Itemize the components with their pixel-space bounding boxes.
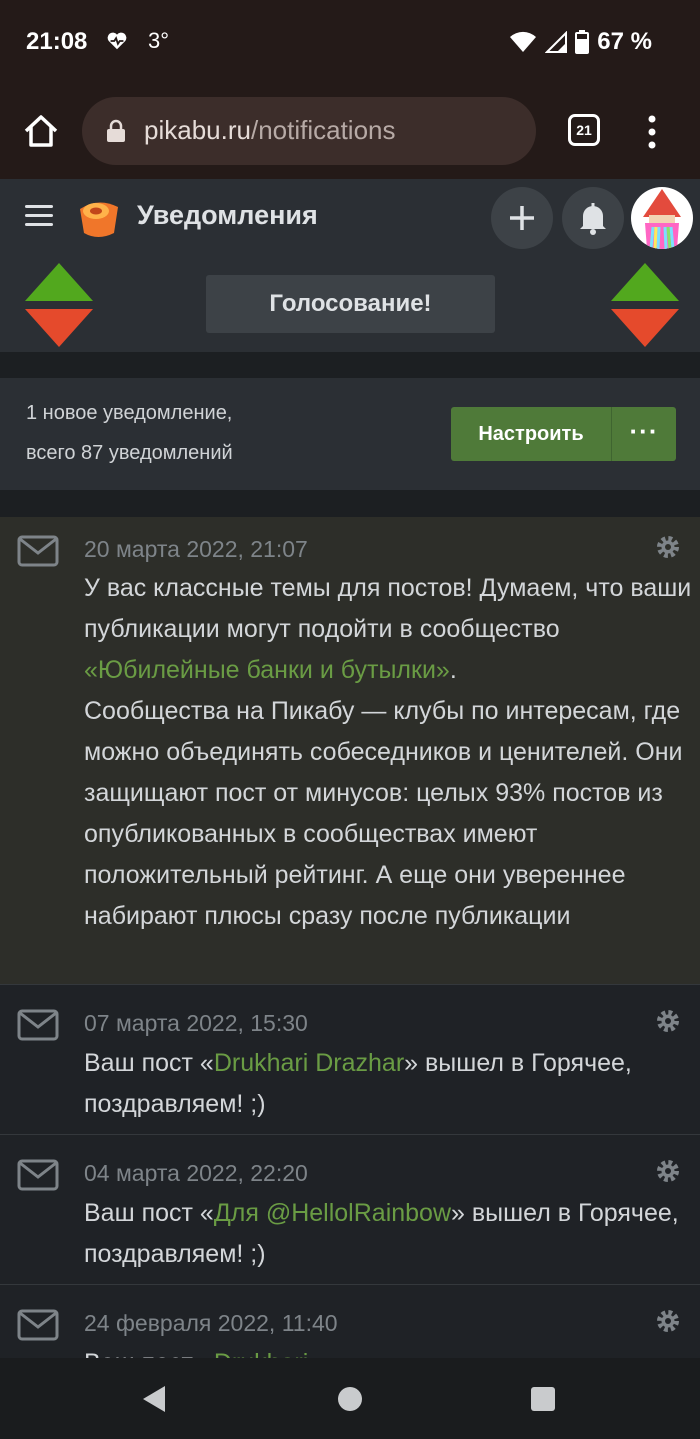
site-header: Уведомления [0, 179, 700, 255]
add-post-button[interactable] [491, 187, 553, 249]
notification-text-part: . [449, 656, 457, 684]
status-time: 21:08 [26, 28, 88, 55]
vote-button[interactable]: Голосование! [206, 275, 495, 333]
gear-icon[interactable] [655, 1158, 681, 1184]
system-navigation-bar [0, 1358, 700, 1439]
gear-icon[interactable] [655, 534, 681, 560]
notification-text: Ваш пост «Drukhari [84, 1343, 694, 1358]
wifi-icon [510, 31, 537, 52]
recent-apps-icon[interactable] [531, 1387, 555, 1411]
tab-switcher-button[interactable]: 21 [568, 114, 600, 146]
notification-item: 07 марта 2022, 15:30 Ваш пост «Drukhari … [0, 985, 700, 1135]
mail-icon [17, 535, 59, 567]
community-link[interactable]: «Юбилейные банки и бутылки» [84, 656, 450, 684]
url-path: /notifications [250, 115, 396, 145]
notification-text-part: Ваш пост « [84, 1049, 214, 1077]
lock-icon [107, 119, 125, 142]
post-link[interactable]: Drukhari [214, 1349, 308, 1358]
divider [0, 352, 700, 378]
gear-icon[interactable] [655, 1308, 681, 1334]
notification-text-part: Ваш пост « [84, 1199, 214, 1227]
notifications-summary: 1 новое уведомление, всего 87 уведомлени… [0, 378, 700, 490]
plus-icon [510, 206, 534, 230]
notification-text-part: Ваш пост « [84, 1349, 214, 1358]
notification-text: Ваш пост «Drukhari Drazhar» вышел в Горя… [84, 1043, 694, 1125]
battery-level: 67 % [597, 28, 652, 55]
vote-arrows-left[interactable] [25, 263, 93, 347]
status-indicators: 67 % [509, 28, 652, 56]
mail-icon [17, 1009, 59, 1041]
health-icon [107, 32, 127, 50]
notification-date: 20 марта 2022, 21:07 [84, 536, 308, 562]
pikabu-logo[interactable] [74, 195, 122, 241]
gear-icon[interactable] [655, 1008, 681, 1034]
notification-date: 07 марта 2022, 15:30 [84, 1010, 308, 1036]
notification-item: 04 марта 2022, 22:20 Ваш пост «Для @Hell… [0, 1135, 700, 1285]
browser-toolbar: pikabu.ru/notifications 21 [0, 84, 700, 179]
page-title: Уведомления [137, 200, 318, 230]
notification-date: 04 марта 2022, 22:20 [84, 1160, 308, 1186]
bell-icon [580, 203, 606, 235]
notification-text-part: У вас классные темы для постов! Думаем, … [84, 574, 692, 643]
notification-item: 24 февраля 2022, 11:40 Ваш пост «Drukhar… [0, 1285, 700, 1358]
mail-icon [17, 1159, 59, 1191]
notification-text: У вас классные темы для постов! Думаем, … [84, 568, 694, 937]
notifications-button[interactable] [562, 187, 624, 249]
back-icon[interactable] [141, 1384, 167, 1414]
menu-icon[interactable] [25, 205, 53, 227]
total-count-text: всего 87 уведомлений [26, 442, 233, 464]
post-link[interactable]: Drukhari Drazhar [214, 1049, 404, 1077]
signal-icon [545, 31, 568, 53]
configure-button[interactable]: Настроить [451, 407, 611, 461]
notification-text-part: Сообщества на Пикабу — клубы по интереса… [84, 697, 683, 930]
new-count-text: 1 новое уведомление, [26, 402, 233, 424]
home-nav-icon[interactable] [338, 1387, 362, 1411]
status-temperature: 3° [148, 28, 170, 53]
home-icon[interactable] [22, 112, 60, 150]
url-host: pikabu.ru [144, 115, 251, 145]
address-bar[interactable]: pikabu.ru/notifications [82, 97, 536, 165]
avatar[interactable] [631, 187, 693, 249]
vote-bar: Голосование! [0, 255, 700, 352]
battery-icon [575, 30, 590, 54]
post-link[interactable]: Для @HellolRainbow [214, 1199, 451, 1227]
url-text: pikabu.ru/notifications [144, 115, 396, 146]
avatar-image [643, 189, 681, 249]
mail-icon [17, 1309, 59, 1341]
notification-item: 20 марта 2022, 21:07 У вас классные темы… [0, 517, 700, 985]
divider [0, 490, 700, 517]
configure-button-group: Настроить ··· [451, 407, 676, 461]
notification-text: Ваш пост «Для @HellolRainbow» вышел в Го… [84, 1193, 694, 1275]
vote-arrows-right[interactable] [611, 263, 679, 347]
more-vert-icon[interactable] [642, 114, 662, 150]
status-bar: 21:08 3° 67 % [0, 0, 700, 84]
notification-date: 24 февраля 2022, 11:40 [84, 1310, 338, 1336]
more-options-button[interactable]: ··· [611, 407, 676, 461]
